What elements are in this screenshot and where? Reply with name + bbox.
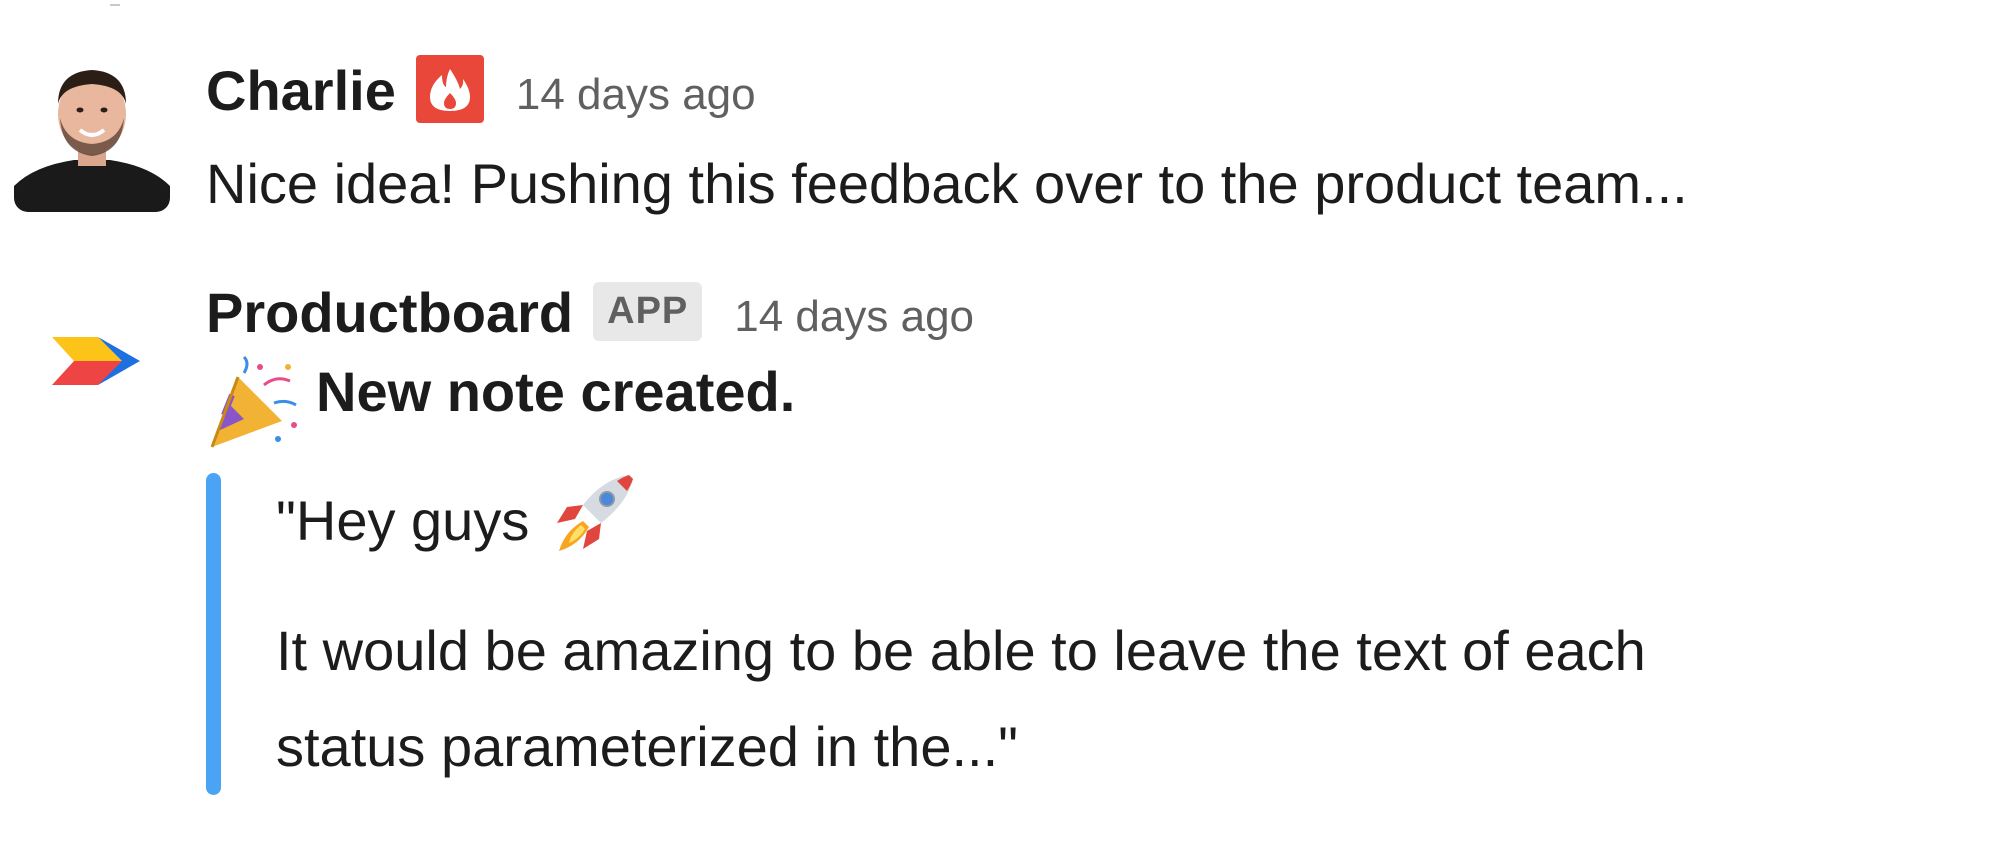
quote-line: status parameterized in the..." xyxy=(276,715,1019,778)
note-title-text: New note created. xyxy=(316,359,796,423)
message-header: Charlie 14 days ago xyxy=(206,53,756,133)
avatar[interactable] xyxy=(14,56,170,212)
quote-line: It would be amazing to be able to leave … xyxy=(276,619,1646,682)
quote-text: "Hey guys xyxy=(276,489,530,552)
note-attachment: "Hey guys It would be amazing to be able… xyxy=(206,473,1906,795)
attachment-accent-bar xyxy=(206,473,221,795)
message-text: Nice idea! Pushing this feedback over to… xyxy=(206,152,1688,215)
fire-icon xyxy=(415,55,484,123)
sender-name[interactable]: Productboard xyxy=(206,275,573,351)
quote-line: "Hey guys xyxy=(276,473,643,575)
timestamp[interactable]: 14 days ago xyxy=(516,70,756,120)
party-popper-icon xyxy=(204,355,304,455)
message-header: Productboard APP 14 days ago xyxy=(206,275,974,355)
timestamp[interactable]: 14 days ago xyxy=(734,292,974,342)
note-title: New note created. xyxy=(204,355,795,455)
productboard-logo[interactable] xyxy=(14,281,170,437)
divider-stub xyxy=(110,0,120,6)
productboard-logo-icon xyxy=(14,281,170,437)
user-photo xyxy=(14,56,170,212)
rocket-icon xyxy=(543,465,643,565)
app-badge: APP xyxy=(593,281,703,341)
sender-name[interactable]: Charlie xyxy=(206,53,396,129)
